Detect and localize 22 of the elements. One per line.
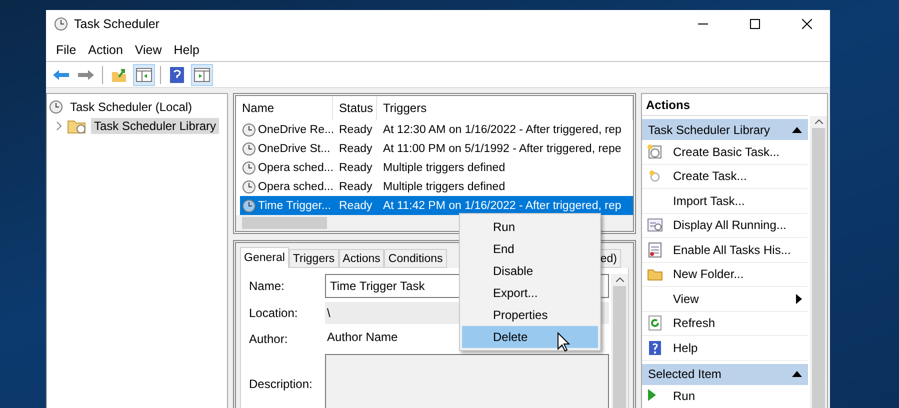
status-cell-text: Ready xyxy=(338,200,374,212)
trigger-cell-text: Multiple triggers defined xyxy=(382,180,506,192)
field-label: Description: xyxy=(249,376,314,393)
author-value: Author Name xyxy=(326,329,398,346)
task-name-cell: Time Trigger... xyxy=(240,198,337,212)
task-name-cell: Opera sched... xyxy=(240,160,337,174)
task-name-cell: Opera sched... xyxy=(240,180,337,194)
task-name-cell: OneDrive St... xyxy=(240,142,337,156)
trigger-cell-text: At 11:42 PM on 1/16/2022 - After triggered, rep xyxy=(382,200,622,212)
actions-title: Actions xyxy=(642,94,808,116)
trigger-cell-text: Multiple triggers defined xyxy=(382,162,506,174)
field-label: Author: xyxy=(249,331,289,348)
status-cell-text: Ready xyxy=(338,142,374,154)
field-label: Name: xyxy=(249,278,286,295)
status-cell-text: Ready xyxy=(338,180,374,192)
trigger-cell-text: At 11:00 PM on 5/1/1992 - After triggered, repe xyxy=(382,142,622,154)
trigger-cell-text: At 12:30 AM on 1/16/2022 - After triggered, rep xyxy=(382,124,622,136)
window-title: Task Scheduler xyxy=(74,17,160,31)
task-name-cell: OneDrive Re... xyxy=(240,122,337,136)
field-label: Location: xyxy=(249,305,299,322)
status-cell-text: Ready xyxy=(338,162,374,174)
status-cell-text: Ready xyxy=(338,124,374,136)
